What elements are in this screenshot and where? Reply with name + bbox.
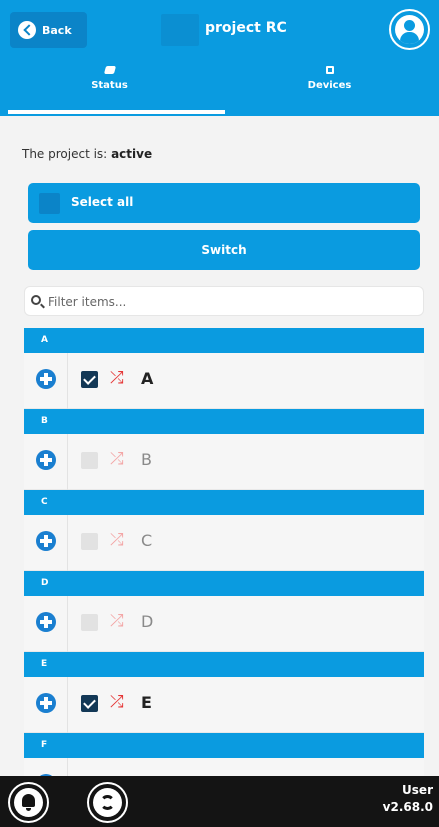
row-divider — [67, 758, 68, 776]
tab-devices[interactable]: Devices — [220, 62, 439, 116]
shuffle-icon[interactable]: ⤮ — [110, 692, 124, 712]
app-header: Back project RC Status Devices — [0, 0, 439, 116]
row-divider — [67, 596, 68, 652]
app-version: v2.68.0 — [382, 800, 433, 814]
list-item: ⤮ C — [24, 515, 424, 571]
row-divider — [67, 677, 68, 733]
sync-icon — [100, 795, 115, 810]
item-label: C — [141, 531, 153, 550]
group-header-c: C — [24, 490, 424, 515]
user-info: User v2.68.0 — [383, 782, 433, 816]
item-checkbox[interactable] — [81, 614, 98, 631]
user-icon — [395, 15, 424, 44]
list-item: ⤮ A — [24, 353, 424, 409]
select-all-label: Select all — [71, 195, 134, 209]
filter-box — [24, 286, 424, 316]
search-icon — [31, 295, 41, 305]
device-icon — [325, 66, 334, 74]
group-header-b: B — [24, 409, 424, 434]
item-label: E — [141, 693, 152, 712]
bell-icon — [22, 794, 35, 811]
select-all-button[interactable]: Select all — [28, 183, 420, 223]
add-circle-icon[interactable] — [36, 531, 56, 551]
item-checkbox[interactable] — [81, 695, 98, 712]
switch-button[interactable]: Switch — [28, 230, 420, 270]
status-icon — [103, 66, 116, 74]
app-footer: User v2.68.0 — [0, 776, 439, 827]
project-status-value: active — [111, 147, 153, 161]
item-label: D — [141, 612, 154, 631]
row-divider — [67, 515, 68, 571]
project-color-swatch — [161, 14, 199, 46]
tab-devices-label: Devices — [307, 80, 352, 91]
select-all-checkbox[interactable] — [39, 193, 60, 214]
shuffle-icon[interactable]: ⤮ — [110, 449, 124, 469]
item-label: B — [141, 450, 152, 469]
shuffle-icon[interactable]: ⤮ — [110, 530, 124, 550]
list-item: ⤮ E — [24, 677, 424, 733]
chevron-left-icon — [18, 21, 36, 39]
sync-button[interactable] — [87, 782, 128, 823]
item-checkbox[interactable] — [81, 452, 98, 469]
project-status: The project is: active — [22, 147, 152, 161]
user-button[interactable] — [389, 9, 430, 50]
active-tab-indicator — [8, 110, 225, 114]
notifications-button[interactable] — [8, 782, 49, 823]
list-item: ⤮ F — [24, 758, 424, 776]
project-status-prefix: The project is: — [22, 147, 108, 161]
user-label: User — [402, 783, 433, 797]
add-circle-icon[interactable] — [36, 450, 56, 470]
list-item: ⤮ B — [24, 434, 424, 490]
group-header-a: A — [24, 328, 424, 353]
back-button[interactable]: Back — [10, 12, 87, 48]
row-divider — [67, 353, 68, 409]
shuffle-icon[interactable]: ⤮ — [110, 611, 124, 631]
row-divider — [67, 434, 68, 490]
add-circle-icon[interactable] — [36, 612, 56, 632]
project-title: project RC — [205, 20, 287, 36]
item-checkbox[interactable] — [81, 533, 98, 550]
group-header-e: E — [24, 652, 424, 677]
shuffle-icon[interactable]: ⤮ — [110, 368, 124, 388]
tab-status-label: Status — [91, 80, 128, 91]
group-header-f: F — [24, 733, 424, 758]
tab-status[interactable]: Status — [0, 62, 219, 116]
item-label: A — [141, 369, 154, 388]
filter-input[interactable] — [48, 291, 408, 313]
group-header-d: D — [24, 571, 424, 596]
add-circle-icon[interactable] — [36, 693, 56, 713]
add-circle-icon[interactable] — [36, 369, 56, 389]
back-button-label: Back — [42, 23, 72, 37]
list-item: ⤮ D — [24, 596, 424, 652]
item-list[interactable]: A ⤮ A B ⤮ B C ⤮ C D ⤮ D E ⤮ E F — [24, 328, 424, 776]
item-checkbox[interactable] — [81, 371, 98, 388]
